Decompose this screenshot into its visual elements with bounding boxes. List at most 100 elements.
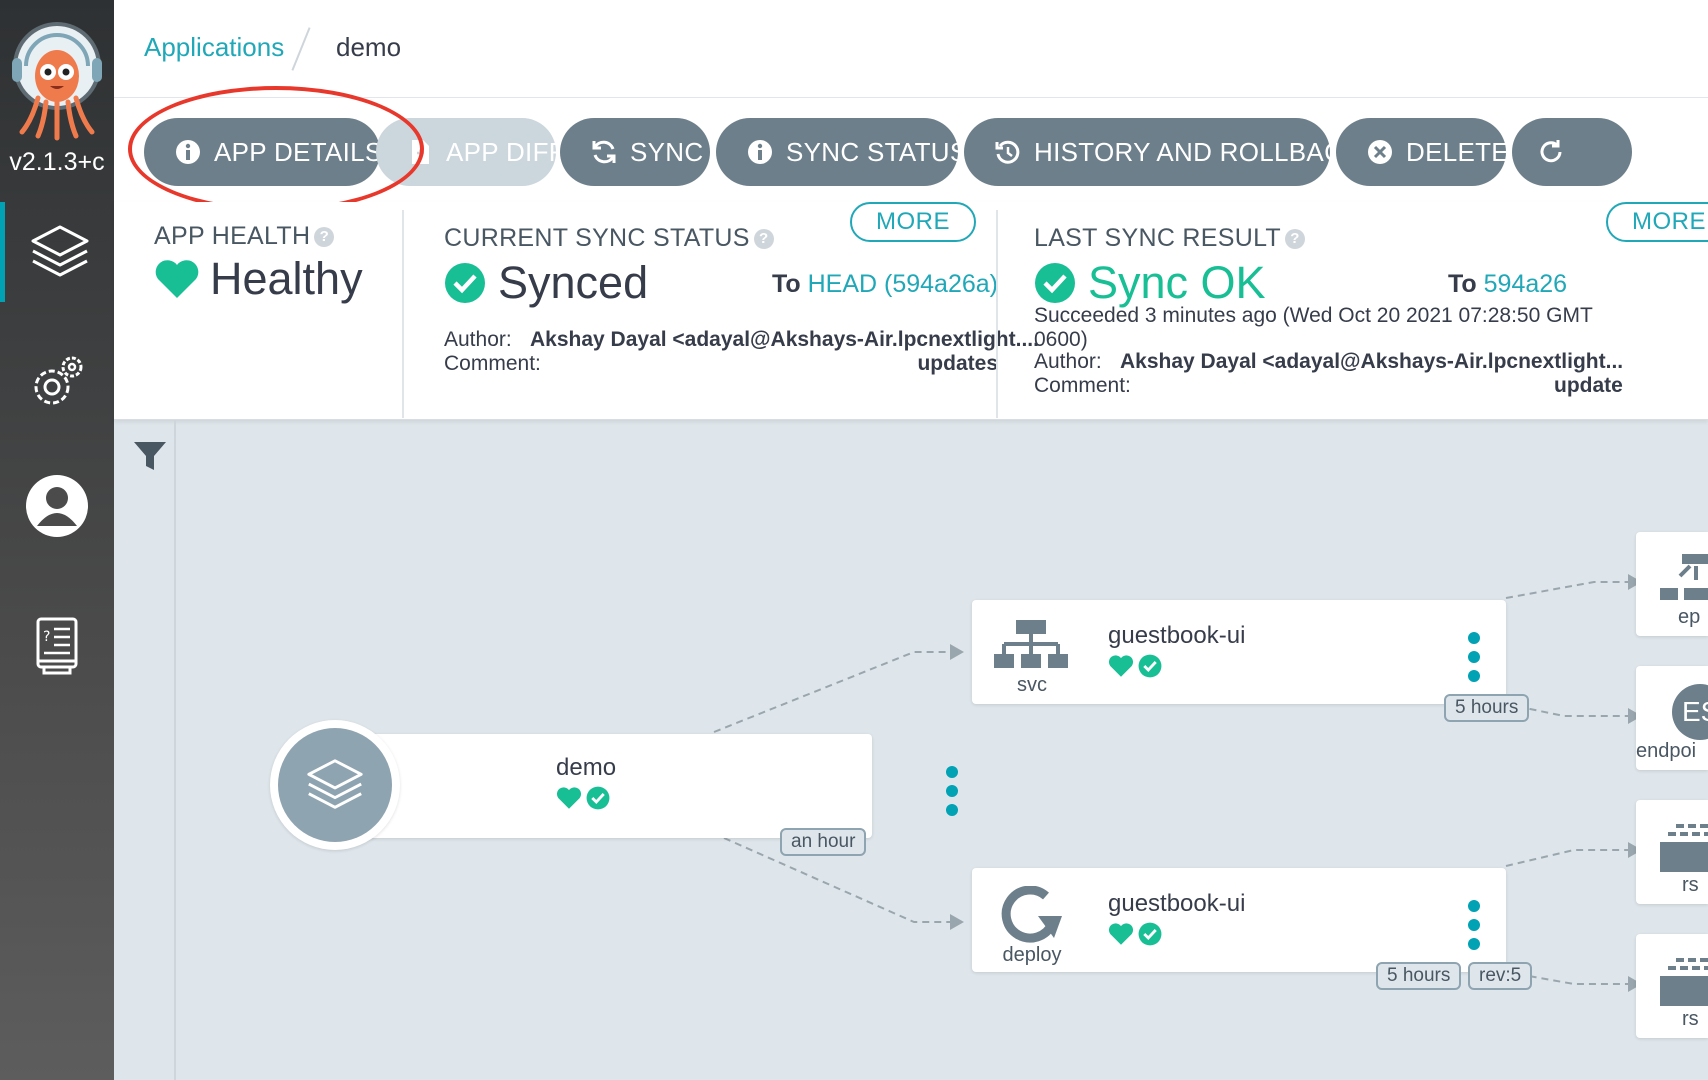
info-icon	[746, 137, 774, 167]
last-sync-more-button[interactable]: MORE	[1606, 202, 1708, 242]
app-toolbar: APP DETAILS APP DIFF SYNC SYNC STATUS HI…	[114, 98, 1708, 202]
help-icon[interactable]: ?	[1285, 229, 1305, 250]
node-kind: ep	[1678, 606, 1701, 628]
current-sync-value: Synced	[498, 257, 649, 308]
current-sync-author: Akshay Dayal <adayal@Akshays-Air.lpcnext…	[530, 328, 1039, 351]
sidebar-item-user-info[interactable]	[0, 456, 114, 556]
panel-divider	[996, 210, 998, 418]
check-circle-icon	[445, 263, 485, 303]
status-panels: APP HEALTH? Healthy CURRENT SYNC STATUS?…	[114, 202, 1708, 420]
filter-icon[interactable]	[132, 438, 168, 474]
app-health-panel: APP HEALTH? Healthy	[154, 222, 363, 305]
resource-node-replicaset[interactable]: rs	[1636, 934, 1708, 1038]
app-diff-button[interactable]: APP DIFF	[376, 118, 565, 186]
app-details-button[interactable]: APP DETAILS	[144, 118, 383, 186]
breadcrumb-current: demo	[336, 32, 402, 62]
last-sync-succeeded-cont: 0600)	[1034, 328, 1088, 351]
info-icon	[174, 137, 202, 167]
refresh-icon	[1536, 137, 1566, 167]
last-sync-author: Akshay Dayal <adayal@Akshays-Air.lpcnext…	[1120, 350, 1624, 373]
resource-node-deploy[interactable]: deploy guestbook-ui	[972, 868, 1506, 972]
node-kind: rs	[1682, 874, 1699, 896]
refresh-button[interactable]	[1512, 118, 1632, 186]
node-menu-button[interactable]	[1468, 632, 1480, 682]
delete-button[interactable]: DELETE	[1336, 118, 1509, 186]
current-sync-target-link[interactable]: HEAD (594a26a)	[808, 270, 998, 298]
heart-icon	[556, 787, 582, 809]
resource-node-svc[interactable]: svc guestbook-ui	[972, 600, 1506, 704]
revision-tag: rev:5	[1468, 962, 1533, 990]
current-sync-author-label: Author:	[444, 328, 512, 351]
user-icon	[26, 475, 88, 537]
sync-button[interactable]: SYNC	[560, 118, 710, 186]
delete-label: DELETE	[1406, 136, 1509, 167]
version-label: v2.1.3+c	[9, 148, 105, 176]
node-kind: svc	[1017, 674, 1047, 696]
node-title: guestbook-ui	[1108, 890, 1246, 917]
node-kind: rs	[1682, 1008, 1699, 1030]
breadcrumb-separator	[291, 27, 311, 71]
last-sync-author-label: Author:	[1034, 350, 1102, 373]
last-sync-comment-label: Comment:	[1034, 374, 1131, 397]
current-sync-comment: updates	[917, 352, 998, 375]
check-circle-icon	[1138, 654, 1162, 678]
last-sync-target-link[interactable]: 594a26	[1484, 270, 1567, 298]
app-health-value: Healthy	[210, 253, 363, 304]
graph-gutter	[174, 420, 176, 1080]
gears-icon	[34, 356, 83, 405]
heart-icon	[155, 260, 199, 298]
sidebar-item-settings[interactable]	[0, 332, 114, 432]
history-rollback-label: HISTORY AND ROLLBACK	[1034, 136, 1361, 167]
last-sync-value: Sync OK	[1088, 257, 1266, 308]
last-sync-label: LAST SYNC RESULT	[1034, 224, 1281, 252]
resource-node-endpoints[interactable]: ep	[1636, 532, 1708, 636]
top-bar: Applications demo	[114, 0, 1708, 98]
resource-node-replicaset[interactable]: rs	[1636, 800, 1708, 904]
service-icon	[994, 620, 1068, 668]
layers-icon	[307, 759, 363, 809]
endpointslice-badge: ES	[1672, 684, 1708, 740]
node-status	[1108, 654, 1162, 678]
app-details-label: APP DETAILS	[214, 136, 383, 167]
replicaset-icon	[1660, 824, 1708, 872]
age-tag: 5 hours	[1376, 962, 1462, 990]
sidebar-item-documentation[interactable]: ?	[0, 594, 114, 694]
app-node-demo[interactable]: demo	[334, 734, 958, 838]
resource-node-endpointslice[interactable]: ES endpoi	[1636, 666, 1708, 770]
current-sync-label: CURRENT SYNC STATUS	[444, 224, 750, 252]
file-diff-icon	[406, 137, 434, 167]
svg-text:?: ?	[43, 629, 50, 645]
last-sync-panel: LAST SYNC RESULT? Sync OK To 594a26 Succ…	[1034, 224, 1708, 397]
delete-circle-icon	[1366, 137, 1394, 167]
sync-icon	[590, 137, 618, 167]
replicaset-icon	[1660, 958, 1708, 1006]
node-status	[556, 786, 610, 810]
last-sync-succeeded: Succeeded 3 minutes ago (Wed Oct 20 2021…	[1034, 304, 1593, 327]
help-icon[interactable]: ?	[314, 227, 335, 248]
app-diff-label: APP DIFF	[446, 136, 565, 167]
sidebar: v2.1.3+c ?	[0, 0, 114, 1080]
help-icon[interactable]: ?	[753, 229, 774, 250]
app-health-label: APP HEALTH	[154, 222, 311, 250]
sidebar-item-applications[interactable]	[0, 202, 114, 302]
age-tag: 5 hours	[1444, 694, 1530, 722]
heart-icon	[1108, 923, 1134, 945]
argo-logo[interactable]	[8, 14, 106, 144]
sync-label: SYNC	[630, 136, 704, 167]
check-circle-icon	[586, 786, 610, 810]
check-circle-icon	[1138, 922, 1162, 946]
sync-status-button[interactable]: SYNC STATUS	[716, 118, 967, 186]
history-rollback-button[interactable]: HISTORY AND ROLLBACK	[964, 118, 1360, 186]
current-sync-to-prefix: To	[771, 270, 801, 298]
deployment-icon	[1001, 886, 1062, 943]
node-title: demo	[556, 754, 617, 781]
node-menu-button[interactable]	[1468, 900, 1480, 950]
last-sync-to-prefix: To	[1448, 270, 1477, 298]
age-tag: an hour	[780, 828, 867, 856]
check-circle-icon	[1035, 263, 1075, 303]
current-sync-more-button[interactable]: MORE	[850, 202, 976, 242]
app-node-icon	[270, 720, 400, 850]
node-status	[1108, 922, 1162, 946]
node-menu-button[interactable]	[946, 766, 958, 816]
breadcrumb-applications-link[interactable]: Applications	[144, 32, 284, 63]
